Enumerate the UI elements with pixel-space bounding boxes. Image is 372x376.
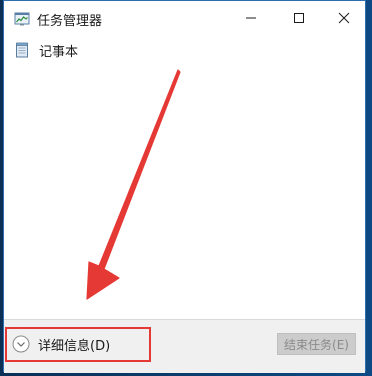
task-manager-icon [14,12,30,26]
desktop-background: 任务管理器 记事本 详细信息(D) 结束任务(E) [0,0,372,376]
more-details-label: 详细信息(D) [38,338,111,354]
maximize-button[interactable] [276,1,322,35]
task-label: 记事本 [39,44,79,60]
more-details-button[interactable]: 详细信息(D) [12,332,110,356]
footer-bar: 详细信息(D) 结束任务(E) [4,319,365,373]
title-bar[interactable]: 任务管理器 [4,1,365,35]
close-icon [338,12,350,24]
minimize-button[interactable] [228,1,274,35]
window-title: 任务管理器 [37,14,103,29]
task-manager-window: 任务管理器 记事本 详细信息(D) 结束任务(E) [3,0,366,373]
list-item[interactable]: 记事本 [12,39,212,61]
end-task-button[interactable]: 结束任务(E) [277,333,356,355]
minimize-icon [246,17,256,19]
maximize-icon [294,13,304,23]
task-list: 记事本 [4,35,365,318]
chevron-down-circle-icon [12,335,30,353]
notepad-icon [16,42,28,58]
close-button[interactable] [321,1,367,35]
